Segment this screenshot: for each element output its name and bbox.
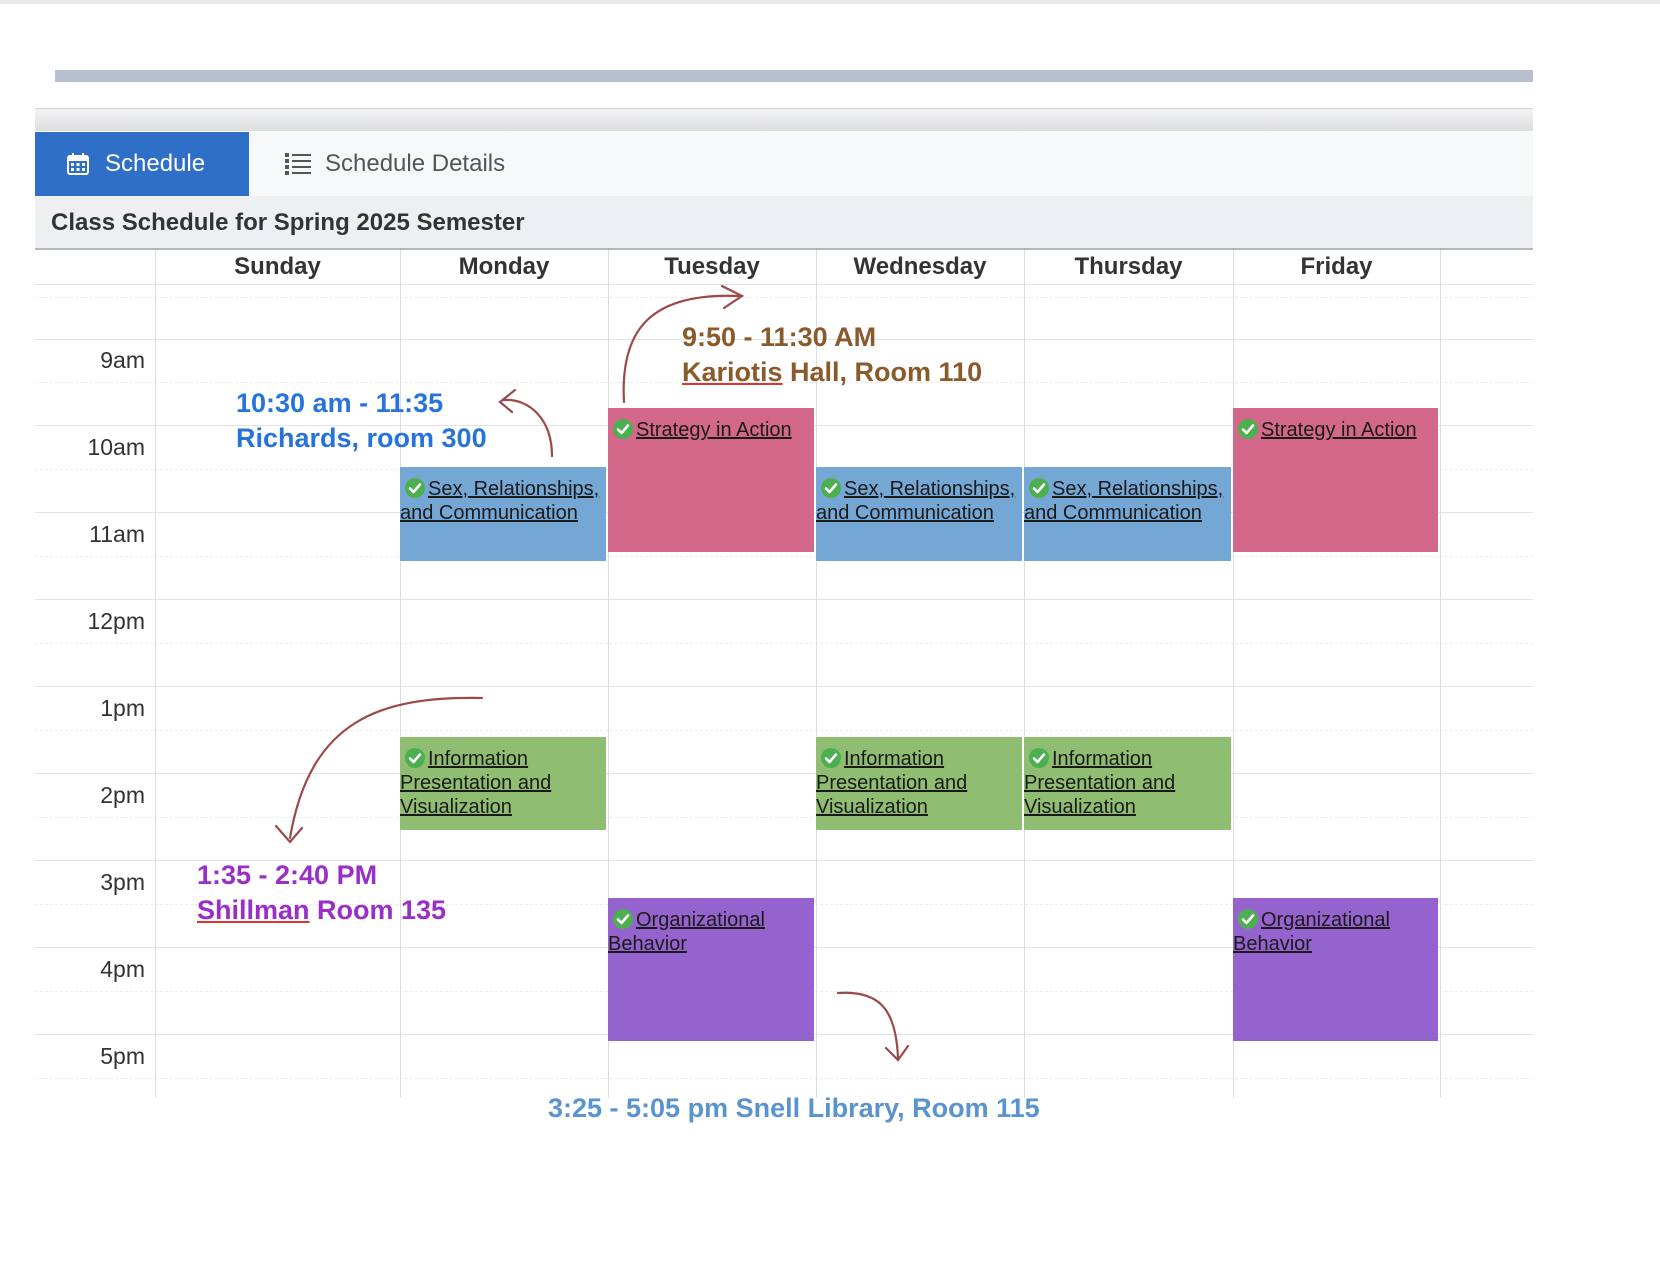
- check-icon: [405, 748, 425, 768]
- grid-col-line: [400, 250, 401, 1098]
- annotation-richards-place: Richards, room 300: [236, 423, 487, 453]
- event-org-behavior-friday[interactable]: Organizational Behavior: [1233, 898, 1438, 1041]
- top-edge: [0, 0, 1660, 4]
- grid-line: [35, 643, 1533, 644]
- annotation-shillman: 1:35 - 2:40 PM Shillman Room 135: [197, 858, 446, 928]
- grid-line: [35, 556, 1533, 557]
- page-title: Class Schedule for Spring 2025 Semester: [51, 209, 525, 236]
- annotation-shillman-building: Shillman: [197, 895, 310, 925]
- event-org-behavior-tuesday[interactable]: Organizational Behavior: [608, 898, 814, 1041]
- list-icon: [285, 153, 311, 175]
- event-title[interactable]: Strategy in Action: [608, 418, 814, 442]
- annotation-snell: 3:25 - 5:05 pm Snell Library, Room 115: [548, 1091, 1040, 1126]
- check-icon: [613, 909, 633, 929]
- check-icon: [1029, 748, 1049, 768]
- grid-line: [35, 1078, 1533, 1079]
- annotation-shillman-place: Shillman Room 135: [197, 893, 446, 928]
- grid-line: [35, 730, 1533, 731]
- grid-line: [35, 297, 1533, 298]
- time-label-10am: 10am: [87, 434, 145, 460]
- annotation-snell-text: 3:25 - 5:05 pm Snell Library, Room 115: [548, 1093, 1040, 1123]
- time-label-9am: 9am: [100, 347, 145, 373]
- annotation-kariotis: 9:50 - 11:30 AM Kariotis Hall, Room 110: [682, 320, 982, 390]
- tab-bar: Schedule Schedule Details: [35, 132, 1533, 196]
- grid-line: [35, 817, 1533, 818]
- event-sex-relationships-monday[interactable]: Sex, Relationships, and Communication: [400, 467, 606, 561]
- time-label-11am: 11am: [89, 521, 145, 547]
- grid-col-line: [155, 250, 156, 1098]
- time-label-2pm: 2pm: [100, 782, 145, 808]
- schedule-title-bar: Class Schedule for Spring 2025 Semester: [35, 196, 1533, 250]
- time-label-4pm: 4pm: [100, 956, 145, 982]
- header-bar: [55, 70, 1533, 82]
- day-header-friday: Friday: [1300, 253, 1373, 280]
- event-title[interactable]: Organizational Behavior: [608, 908, 814, 956]
- annotation-shillman-room: Room 135: [309, 895, 447, 925]
- event-title[interactable]: Information Presentation and Visualizati…: [816, 747, 1022, 819]
- day-header-thursday: Thursday: [1074, 253, 1183, 280]
- check-icon: [821, 748, 841, 768]
- event-sex-relationships-thursday[interactable]: Sex, Relationships, and Communication: [1024, 467, 1231, 561]
- annotation-shillman-time: 1:35 - 2:40 PM: [197, 860, 378, 890]
- event-title[interactable]: Sex, Relationships, and Communication: [400, 477, 606, 525]
- time-label-5pm: 5pm: [100, 1043, 145, 1069]
- grid-line: [35, 284, 1533, 285]
- event-sex-relationships-wednesday[interactable]: Sex, Relationships, and Communication: [816, 467, 1022, 561]
- event-title[interactable]: Information Presentation and Visualizati…: [1024, 747, 1231, 819]
- tab-schedule-details[interactable]: Schedule Details: [285, 132, 505, 196]
- grid-col-line: [1024, 250, 1025, 1098]
- tab-schedule-label: Schedule: [105, 150, 206, 177]
- time-label-1pm: 1pm: [100, 695, 145, 721]
- event-title[interactable]: Information Presentation and Visualizati…: [400, 747, 606, 819]
- check-icon: [613, 419, 633, 439]
- check-icon: [405, 478, 425, 498]
- annotation-richards-time: 10:30 am - 11:35: [236, 388, 444, 418]
- panel-header: [35, 108, 1533, 131]
- tab-schedule[interactable]: Schedule: [35, 132, 249, 196]
- check-icon: [1029, 478, 1049, 498]
- event-title[interactable]: Sex, Relationships, and Communication: [816, 477, 1022, 525]
- event-strategy-tuesday[interactable]: Strategy in Action: [608, 408, 814, 552]
- time-label-12pm: 12pm: [87, 608, 145, 634]
- grid-line: [35, 773, 1533, 774]
- grid-line: [35, 599, 1533, 600]
- day-header-wednesday: Wednesday: [853, 253, 987, 280]
- grid-col-line: [1440, 250, 1441, 1098]
- check-icon: [821, 478, 841, 498]
- check-icon: [1238, 909, 1258, 929]
- event-title[interactable]: Organizational Behavior: [1233, 908, 1438, 956]
- day-header-monday: Monday: [458, 253, 550, 280]
- event-strategy-friday[interactable]: Strategy in Action: [1233, 408, 1438, 552]
- annotation-kariotis-room: Hall, Room 110: [782, 357, 983, 387]
- event-info-presentation-wednesday[interactable]: Information Presentation and Visualizati…: [816, 737, 1022, 830]
- annotation-richards: 10:30 am - 11:35 Richards, room 300: [236, 386, 487, 456]
- check-icon: [1238, 419, 1258, 439]
- annotation-kariotis-place: Kariotis Hall, Room 110: [682, 355, 982, 390]
- annotation-kariotis-building: Kariotis: [682, 357, 783, 387]
- time-label-3pm: 3pm: [100, 869, 145, 895]
- day-header-tuesday: Tuesday: [664, 253, 760, 280]
- grid-line: [35, 686, 1533, 687]
- annotation-kariotis-time: 9:50 - 11:30 AM: [682, 322, 877, 352]
- day-header-sunday: Sunday: [234, 253, 321, 280]
- calendar-icon: [67, 153, 89, 175]
- event-title[interactable]: Strategy in Action: [1233, 418, 1438, 442]
- event-info-presentation-monday[interactable]: Information Presentation and Visualizati…: [400, 737, 606, 830]
- tab-schedule-details-label: Schedule Details: [325, 150, 506, 177]
- event-title[interactable]: Sex, Relationships, and Communication: [1024, 477, 1231, 525]
- event-info-presentation-thursday[interactable]: Information Presentation and Visualizati…: [1024, 737, 1231, 830]
